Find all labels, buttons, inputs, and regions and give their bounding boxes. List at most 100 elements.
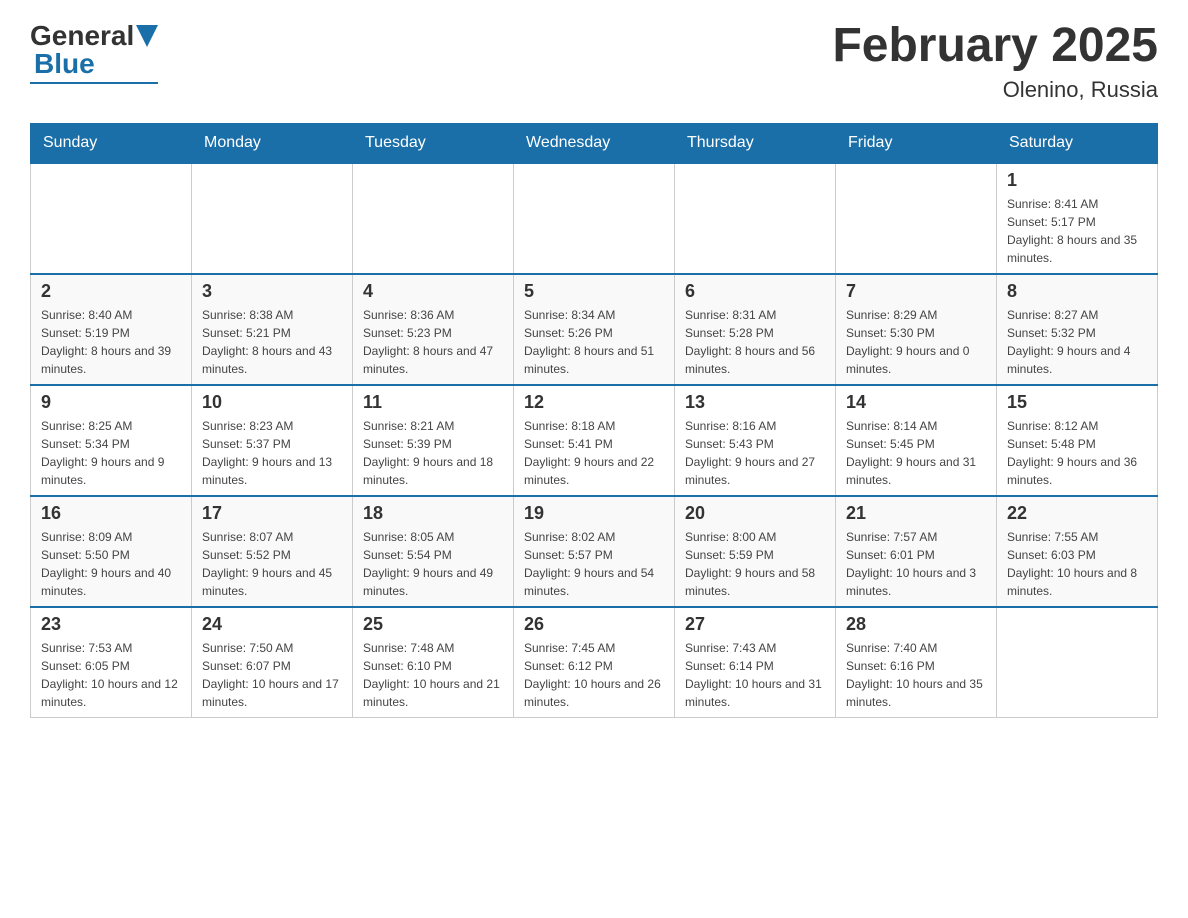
day-number: 6 — [685, 281, 825, 302]
calendar-cell: 12 Sunrise: 8:18 AMSunset: 5:41 PMDayligh… — [514, 385, 675, 496]
calendar-table: SundayMondayTuesdayWednesdayThursdayFrid… — [30, 123, 1158, 718]
calendar-cell: 8 Sunrise: 8:27 AMSunset: 5:32 PMDaylight… — [997, 274, 1158, 385]
day-number: 12 — [524, 392, 664, 413]
day-number: 20 — [685, 503, 825, 524]
calendar-cell: 14 Sunrise: 8:14 AMSunset: 5:45 PMDayligh… — [836, 385, 997, 496]
day-info: Sunrise: 7:55 AMSunset: 6:03 PMDaylight:… — [1007, 528, 1147, 600]
day-info: Sunrise: 7:53 AMSunset: 6:05 PMDaylight:… — [41, 639, 181, 711]
day-info: Sunrise: 8:16 AMSunset: 5:43 PMDaylight:… — [685, 417, 825, 489]
calendar-cell: 22Sunrise: 7:55 AMSunset: 6:03 PMDayligh… — [997, 496, 1158, 607]
calendar-cell: 1Sunrise: 8:41 AMSunset: 5:17 PMDaylight… — [997, 163, 1158, 274]
calendar-cell: 3Sunrise: 8:38 AMSunset: 5:21 PMDaylight… — [192, 274, 353, 385]
day-number: 15 — [1007, 392, 1147, 413]
day-number: 21 — [846, 503, 986, 524]
calendar-week-2: 2 Sunrise: 8:40 AMSunset: 5:19 PMDaylight… — [31, 274, 1158, 385]
calendar-cell: 21 Sunrise: 7:57 AMSunset: 6:01 PMDayligh… — [836, 496, 997, 607]
calendar-cell: 19 Sunrise: 8:02 AMSunset: 5:57 PMDayligh… — [514, 496, 675, 607]
calendar-week-1: 1Sunrise: 8:41 AMSunset: 5:17 PMDaylight… — [31, 163, 1158, 274]
weekday-header-monday: Monday — [192, 123, 353, 163]
calendar-cell — [192, 163, 353, 274]
calendar-cell: 4Sunrise: 8:36 AMSunset: 5:23 PMDaylight… — [353, 274, 514, 385]
day-info: Sunrise: 8:31 AMSunset: 5:28 PMDaylight:… — [685, 306, 825, 378]
calendar-cell — [514, 163, 675, 274]
calendar-cell — [353, 163, 514, 274]
day-info: Sunrise: 8:29 AMSunset: 5:30 PMDaylight:… — [846, 306, 986, 378]
calendar-cell: 6 Sunrise: 8:31 AMSunset: 5:28 PMDaylight… — [675, 274, 836, 385]
day-number: 27 — [685, 614, 825, 635]
day-info: Sunrise: 8:25 AMSunset: 5:34 PMDaylight:… — [41, 417, 181, 489]
day-number: 11 — [363, 392, 503, 413]
day-info: Sunrise: 7:50 AMSunset: 6:07 PMDaylight:… — [202, 639, 342, 711]
day-number: 25 — [363, 614, 503, 635]
day-info: Sunrise: 8:41 AMSunset: 5:17 PMDaylight:… — [1007, 195, 1147, 267]
calendar-week-4: 16Sunrise: 8:09 AMSunset: 5:50 PMDayligh… — [31, 496, 1158, 607]
day-number: 19 — [524, 503, 664, 524]
calendar-cell: 9 Sunrise: 8:25 AMSunset: 5:34 PMDaylight… — [31, 385, 192, 496]
calendar-cell: 13 Sunrise: 8:16 AMSunset: 5:43 PMDayligh… — [675, 385, 836, 496]
day-number: 8 — [1007, 281, 1147, 302]
calendar-cell: 5Sunrise: 8:34 AMSunset: 5:26 PMDaylight… — [514, 274, 675, 385]
day-number: 10 — [202, 392, 342, 413]
calendar-cell: 7 Sunrise: 8:29 AMSunset: 5:30 PMDaylight… — [836, 274, 997, 385]
page-header: General Blue February 2025 Olenino, Russ… — [30, 20, 1158, 103]
day-info: Sunrise: 8:34 AMSunset: 5:26 PMDaylight:… — [524, 306, 664, 378]
calendar-cell — [675, 163, 836, 274]
day-number: 28 — [846, 614, 986, 635]
calendar-cell — [997, 607, 1158, 718]
logo: General Blue — [30, 20, 158, 84]
day-info: Sunrise: 8:14 AMSunset: 5:45 PMDaylight:… — [846, 417, 986, 489]
calendar-week-3: 9 Sunrise: 8:25 AMSunset: 5:34 PMDaylight… — [31, 385, 1158, 496]
day-info: Sunrise: 7:48 AMSunset: 6:10 PMDaylight:… — [363, 639, 503, 711]
calendar-cell: 25 Sunrise: 7:48 AMSunset: 6:10 PMDayligh… — [353, 607, 514, 718]
calendar-cell: 15 Sunrise: 8:12 AMSunset: 5:48 PMDayligh… — [997, 385, 1158, 496]
calendar-header-row: SundayMondayTuesdayWednesdayThursdayFrid… — [31, 123, 1158, 163]
logo-underline — [30, 82, 158, 84]
title-area: February 2025 Olenino, Russia — [832, 20, 1158, 103]
calendar-cell: 18Sunrise: 8:05 AMSunset: 5:54 PMDayligh… — [353, 496, 514, 607]
day-number: 26 — [524, 614, 664, 635]
day-number: 14 — [846, 392, 986, 413]
calendar-cell: 23 Sunrise: 7:53 AMSunset: 6:05 PMDayligh… — [31, 607, 192, 718]
day-number: 9 — [41, 392, 181, 413]
day-number: 7 — [846, 281, 986, 302]
month-title: February 2025 — [832, 20, 1158, 73]
weekday-header-friday: Friday — [836, 123, 997, 163]
location: Olenino, Russia — [832, 77, 1158, 103]
calendar-cell: 17 Sunrise: 8:07 AMSunset: 5:52 PMDayligh… — [192, 496, 353, 607]
calendar-cell: 24 Sunrise: 7:50 AMSunset: 6:07 PMDayligh… — [192, 607, 353, 718]
calendar-cell — [836, 163, 997, 274]
day-info: Sunrise: 8:05 AMSunset: 5:54 PMDaylight:… — [363, 528, 503, 600]
weekday-header-tuesday: Tuesday — [353, 123, 514, 163]
calendar-cell — [31, 163, 192, 274]
day-info: Sunrise: 8:27 AMSunset: 5:32 PMDaylight:… — [1007, 306, 1147, 378]
calendar-cell: 28 Sunrise: 7:40 AMSunset: 6:16 PMDayligh… — [836, 607, 997, 718]
day-info: Sunrise: 8:00 AMSunset: 5:59 PMDaylight:… — [685, 528, 825, 600]
day-info: Sunrise: 8:12 AMSunset: 5:48 PMDaylight:… — [1007, 417, 1147, 489]
day-info: Sunrise: 8:18 AMSunset: 5:41 PMDaylight:… — [524, 417, 664, 489]
day-info: Sunrise: 8:07 AMSunset: 5:52 PMDaylight:… — [202, 528, 342, 600]
calendar-cell: 16Sunrise: 8:09 AMSunset: 5:50 PMDayligh… — [31, 496, 192, 607]
day-number: 2 — [41, 281, 181, 302]
day-number: 23 — [41, 614, 181, 635]
day-info: Sunrise: 8:02 AMSunset: 5:57 PMDaylight:… — [524, 528, 664, 600]
calendar-cell: 10Sunrise: 8:23 AMSunset: 5:37 PMDayligh… — [192, 385, 353, 496]
calendar-cell: 27Sunrise: 7:43 AMSunset: 6:14 PMDayligh… — [675, 607, 836, 718]
day-info: Sunrise: 8:40 AMSunset: 5:19 PMDaylight:… — [41, 306, 181, 378]
calendar-cell: 20 Sunrise: 8:00 AMSunset: 5:59 PMDayligh… — [675, 496, 836, 607]
day-number: 16 — [41, 503, 181, 524]
weekday-header-wednesday: Wednesday — [514, 123, 675, 163]
logo-triangle-icon — [136, 25, 158, 47]
day-number: 3 — [202, 281, 342, 302]
logo-blue-text: Blue — [34, 48, 95, 80]
day-number: 17 — [202, 503, 342, 524]
day-number: 24 — [202, 614, 342, 635]
weekday-header-thursday: Thursday — [675, 123, 836, 163]
calendar-cell: 26 Sunrise: 7:45 AMSunset: 6:12 PMDayligh… — [514, 607, 675, 718]
day-number: 13 — [685, 392, 825, 413]
calendar-cell: 11Sunrise: 8:21 AMSunset: 5:39 PMDayligh… — [353, 385, 514, 496]
day-info: Sunrise: 7:45 AMSunset: 6:12 PMDaylight:… — [524, 639, 664, 711]
day-info: Sunrise: 7:57 AMSunset: 6:01 PMDaylight:… — [846, 528, 986, 600]
weekday-header-saturday: Saturday — [997, 123, 1158, 163]
day-info: Sunrise: 7:40 AMSunset: 6:16 PMDaylight:… — [846, 639, 986, 711]
weekday-header-sunday: Sunday — [31, 123, 192, 163]
